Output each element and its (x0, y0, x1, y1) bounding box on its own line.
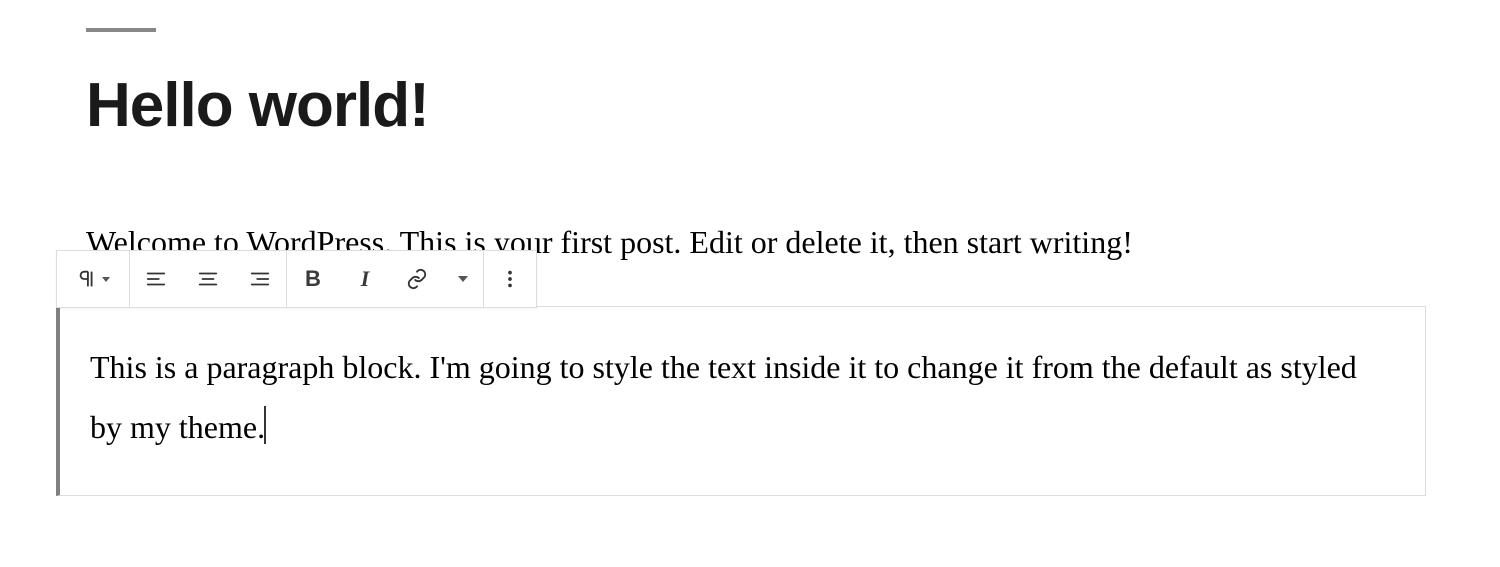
toolbar-group-more (484, 251, 536, 307)
post-title[interactable]: Hello world! (86, 70, 429, 141)
italic-button[interactable]: I (339, 251, 391, 307)
paragraph-block[interactable]: This is a paragraph block. I'm going to … (56, 306, 1426, 496)
align-right-button[interactable] (234, 251, 286, 307)
title-divider (86, 28, 156, 32)
caret-down-icon (458, 276, 468, 282)
caret-down-icon (102, 277, 110, 282)
align-left-button[interactable] (130, 251, 182, 307)
align-center-icon (197, 268, 219, 290)
align-center-button[interactable] (182, 251, 234, 307)
align-right-icon (249, 268, 271, 290)
italic-icon: I (361, 266, 370, 292)
paragraph-block-content[interactable]: This is a paragraph block. I'm going to … (90, 349, 1357, 445)
bold-button[interactable]: B (287, 251, 339, 307)
block-toolbar: B I (56, 250, 537, 308)
link-button[interactable] (391, 251, 443, 307)
toolbar-group-align (130, 251, 287, 307)
more-rich-text-button[interactable] (443, 251, 483, 307)
text-cursor (264, 406, 266, 444)
toolbar-group-format: B I (287, 251, 484, 307)
bold-icon: B (305, 266, 321, 292)
pilcrow-icon (76, 268, 98, 290)
more-vertical-icon (499, 268, 521, 290)
more-options-button[interactable] (484, 251, 536, 307)
toolbar-group-blocktype (57, 251, 130, 307)
align-left-icon (145, 268, 167, 290)
change-block-type-button[interactable] (57, 251, 129, 307)
link-icon (406, 268, 428, 290)
